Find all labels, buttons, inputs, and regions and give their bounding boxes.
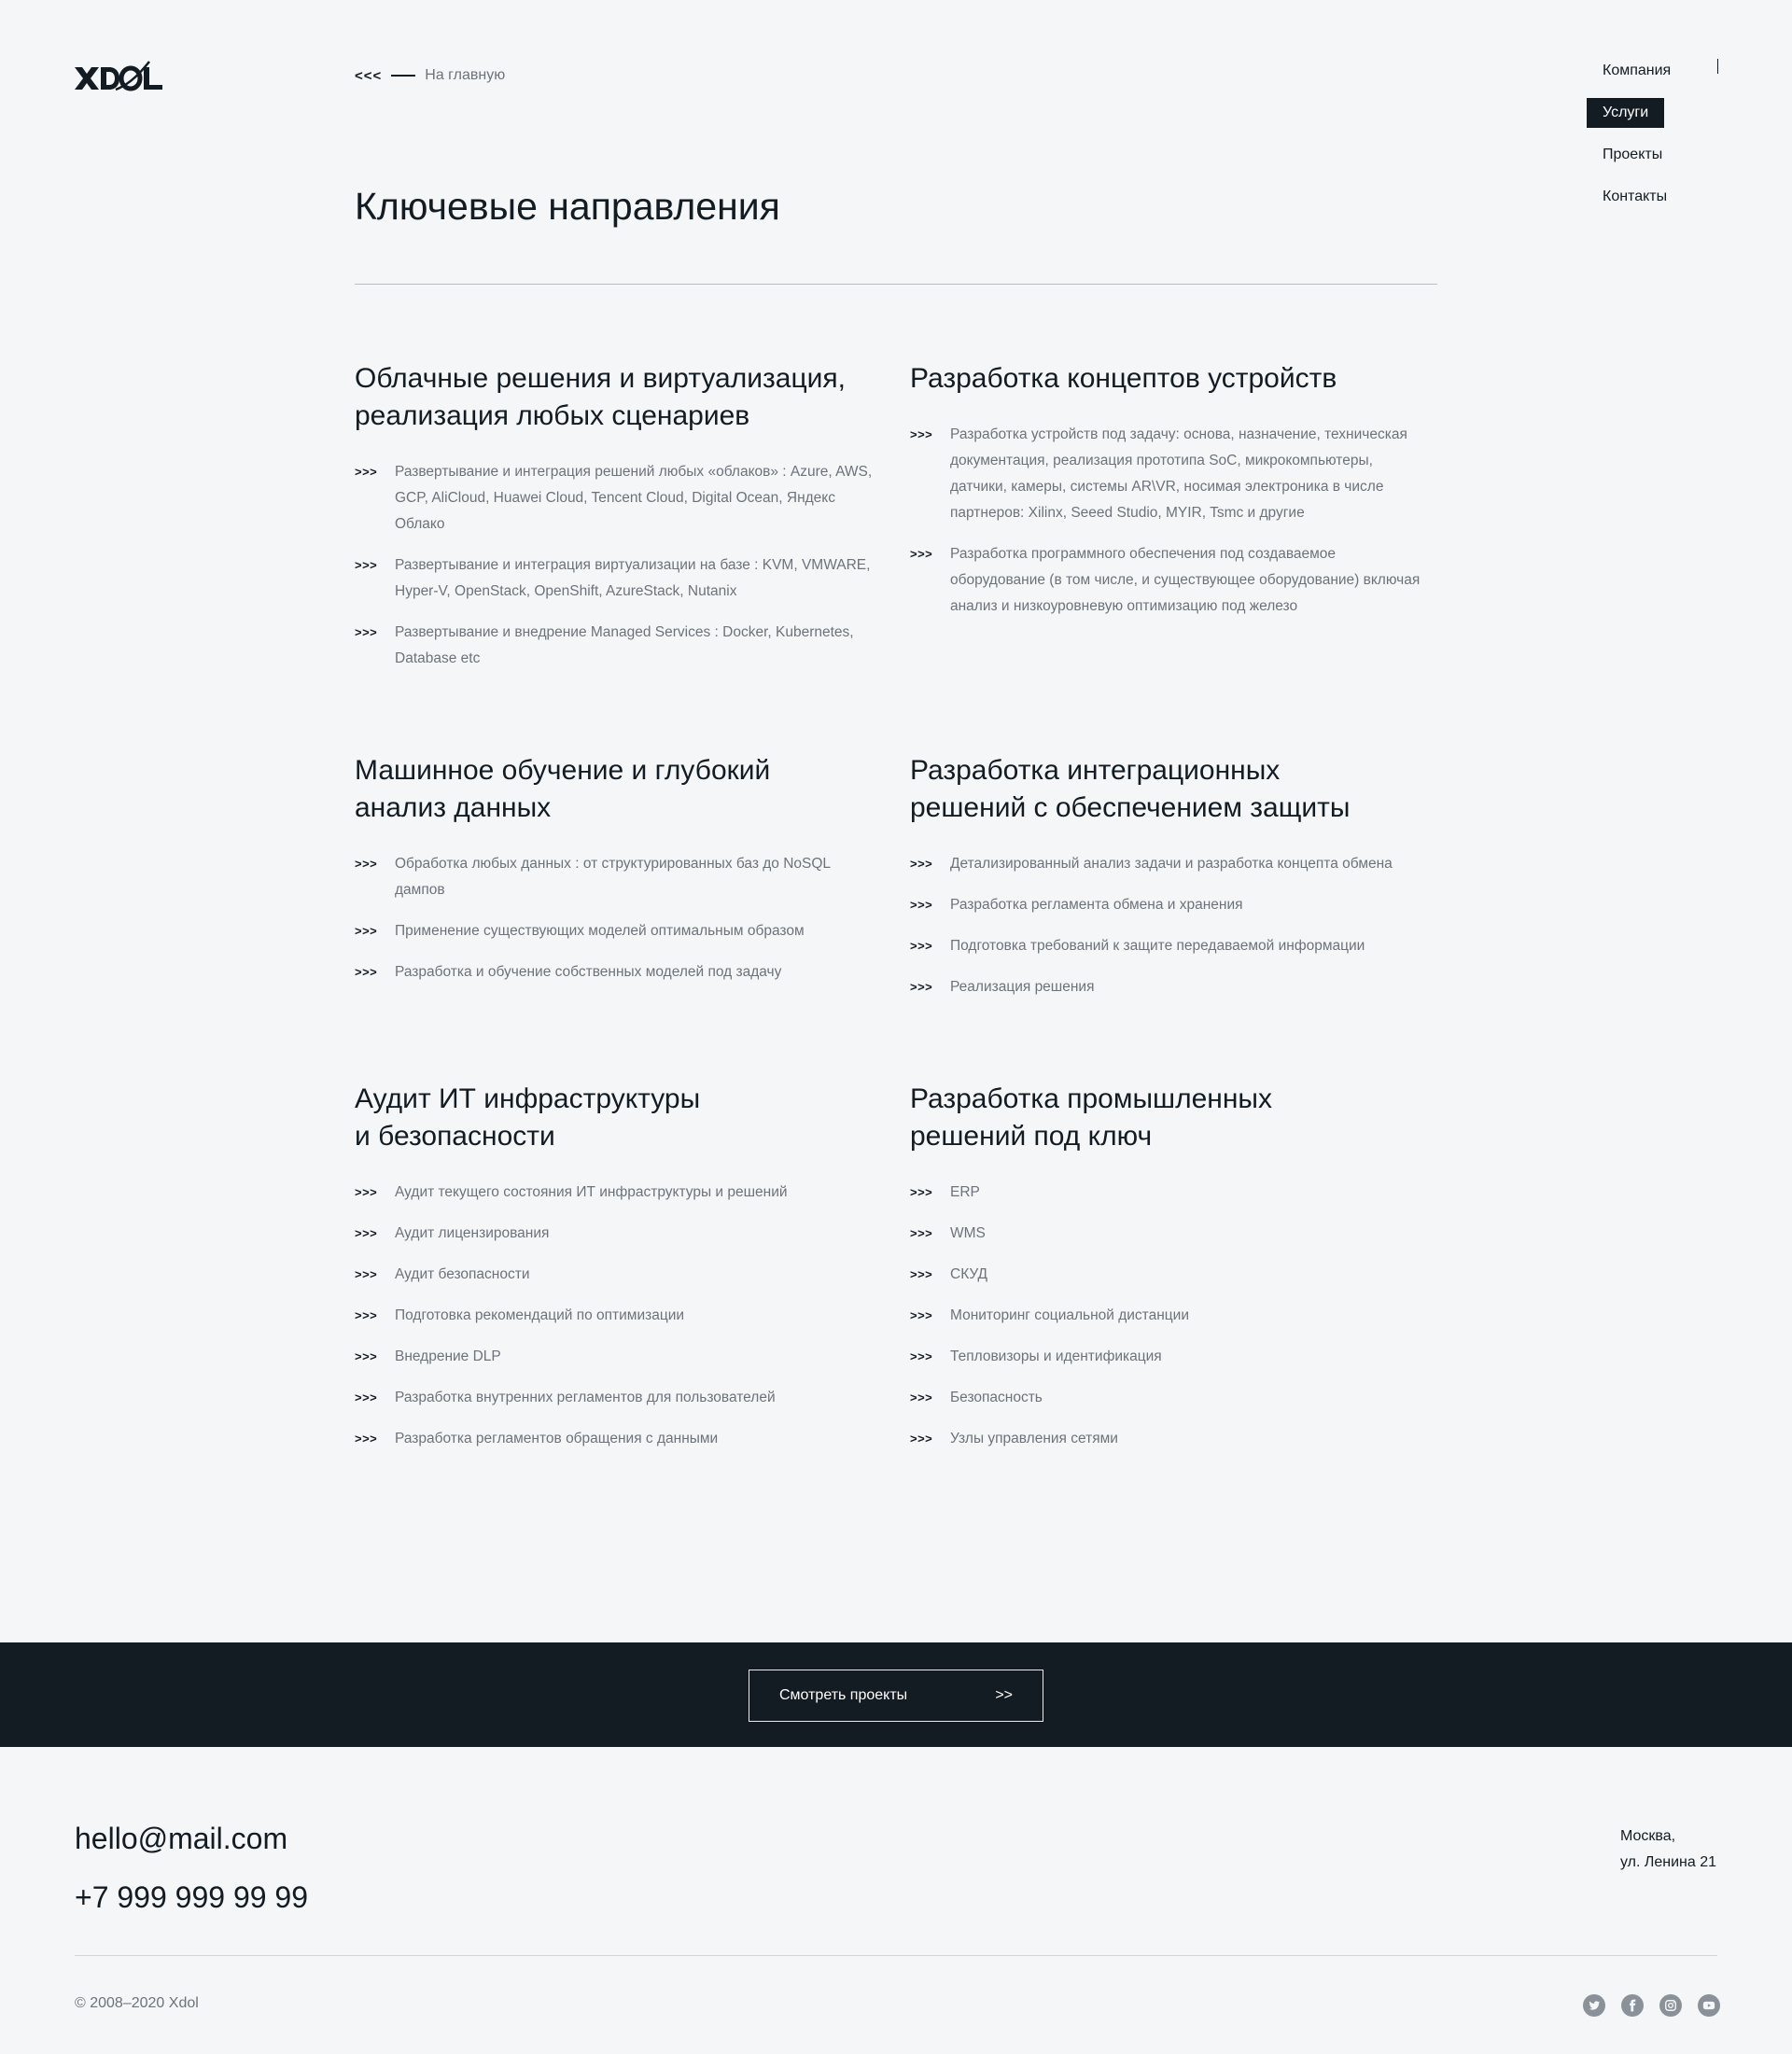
- title-divider: [355, 284, 1437, 285]
- list-item: >>> Тепловизоры и идентификация: [910, 1344, 1433, 1370]
- list-marker-icon: >>>: [355, 1226, 378, 1240]
- service-title: Разработка концептов устройств: [910, 363, 1337, 394]
- list-item: >>> Реализация решения: [910, 974, 1433, 1000]
- address-city: Москва,: [1620, 1828, 1676, 1844]
- instagram-icon[interactable]: [1659, 1994, 1682, 2017]
- main-nav: Компания Услуги Проекты Контакты: [1587, 56, 1727, 224]
- list-marker-icon: >>>: [910, 1432, 933, 1446]
- service-list: >>> Детализированный анализ задачи и разр…: [910, 851, 1433, 1000]
- nav-item-services[interactable]: Услуги: [1587, 98, 1665, 128]
- list-item: >>> Разработка программного обеспечения п…: [910, 541, 1433, 620]
- list-marker-icon: >>>: [355, 625, 378, 639]
- list-marker-icon: >>>: [910, 980, 933, 994]
- list-item: >>> Разработка регламентов обращения с да…: [355, 1426, 877, 1452]
- service-audit: Аудит ИТ инфраструктуры и безопасности >…: [355, 1081, 877, 1467]
- list-marker-icon: >>>: [355, 1308, 378, 1322]
- list-marker-icon: >>>: [910, 1349, 933, 1363]
- social-links: [1583, 1994, 1720, 2017]
- list-item: >>> Безопасность: [910, 1385, 1433, 1411]
- service-title: Машинное обучение и глубокий анализ данн…: [355, 755, 771, 823]
- service-list: >>> Разработка устройств под задачу: осно…: [910, 422, 1433, 620]
- back-arrows-icon: <<<: [355, 67, 383, 84]
- list-item: >>> WMS: [910, 1221, 1433, 1247]
- list-marker-icon: >>>: [355, 465, 378, 479]
- service-title: Разработка промышленных решений под ключ: [910, 1083, 1272, 1152]
- service-devices: Разработка концептов устройств >>> Разраб…: [910, 360, 1433, 635]
- list-marker-icon: >>>: [910, 1308, 933, 1322]
- service-title: Облачные решения и виртуализация, реализ…: [355, 363, 846, 431]
- nav-item-contacts[interactable]: Контакты: [1587, 182, 1683, 212]
- list-marker-icon: >>>: [910, 1390, 933, 1404]
- list-item: >>> Узлы управления сетями: [910, 1426, 1433, 1452]
- list-marker-icon: >>>: [355, 1432, 378, 1446]
- list-marker-icon: >>>: [355, 924, 378, 938]
- list-item: >>> Развертывание и интеграция виртуализа…: [355, 552, 877, 605]
- list-marker-icon: >>>: [355, 1185, 378, 1199]
- list-item: >>> Обработка любых данных : от структури…: [355, 851, 877, 903]
- service-integration: Разработка интеграционных решений с обес…: [910, 752, 1433, 1015]
- service-title: Разработка интеграционных решений с обес…: [910, 755, 1351, 823]
- page-title: Ключевые направления: [355, 185, 780, 228]
- nav-item-projects[interactable]: Проекты: [1587, 140, 1678, 170]
- footer-email-link[interactable]: hello@mail.com: [75, 1822, 287, 1856]
- list-marker-icon: >>>: [355, 857, 378, 871]
- list-item: >>> Детализированный анализ задачи и разр…: [910, 851, 1433, 877]
- list-item: >>> Разработка внутренних регламентов для…: [355, 1385, 877, 1411]
- list-item: >>> Применение существующих моделей оптим…: [355, 918, 877, 944]
- twitter-icon[interactable]: [1583, 1994, 1605, 2017]
- list-marker-icon: >>>: [355, 558, 378, 572]
- list-item: >>> ERP: [910, 1180, 1433, 1206]
- list-marker-icon: >>>: [355, 965, 378, 979]
- list-marker-icon: >>>: [355, 1390, 378, 1404]
- back-dash: [391, 75, 416, 77]
- double-chevron-right-icon: >>: [995, 1687, 1013, 1703]
- list-item: >>> Развертывание и интеграция решений лю…: [355, 459, 877, 538]
- youtube-icon[interactable]: [1698, 1994, 1720, 2017]
- service-title: Аудит ИТ инфраструктуры и безопасности: [355, 1083, 701, 1152]
- address-street: ул. Ленина 21: [1620, 1854, 1717, 1870]
- list-item: >>> Аудит безопасности: [355, 1262, 877, 1288]
- facebook-icon[interactable]: [1621, 1994, 1644, 2017]
- list-marker-icon: >>>: [910, 857, 933, 871]
- service-ml: Машинное обучение и глубокий анализ данн…: [355, 752, 877, 1000]
- list-item: >>> Развертывание и внедрение Managed Ser…: [355, 620, 877, 672]
- nav-item-company[interactable]: Компания: [1587, 56, 1687, 86]
- service-list: >>> ERP >>> WMS >>> СКУД >>> Мониторинг соци…: [910, 1180, 1433, 1452]
- nav-divider: [1717, 59, 1718, 74]
- list-marker-icon: >>>: [910, 1226, 933, 1240]
- back-link-label: На главную: [425, 67, 506, 83]
- list-marker-icon: >>>: [355, 1349, 378, 1363]
- footer-divider: [75, 1955, 1717, 1956]
- view-projects-label: Смотреть проекты: [779, 1687, 908, 1703]
- service-list: >>> Аудит текущего состояния ИТ инфрастру…: [355, 1180, 877, 1452]
- list-item: >>> Подготовка рекомендаций по оптимизаци…: [355, 1303, 877, 1329]
- list-item: >>> Мониторинг социальной дистанции: [910, 1303, 1433, 1329]
- list-item: >>> Разработка устройств под задачу: осно…: [910, 422, 1433, 526]
- list-item: >>> Внедрение DLP: [355, 1344, 877, 1370]
- service-list: >>> Развертывание и интеграция решений лю…: [355, 459, 877, 672]
- footer-phone-link[interactable]: +7 999 999 99 99: [75, 1880, 308, 1915]
- list-item: >>> Разработка регламента обмена и хранен…: [910, 892, 1433, 918]
- list-marker-icon: >>>: [910, 1267, 933, 1281]
- list-marker-icon: >>>: [355, 1267, 378, 1281]
- service-industrial: Разработка промышленных решений под ключ…: [910, 1081, 1433, 1467]
- back-to-home-link[interactable]: <<< На главную: [355, 67, 505, 84]
- service-cloud: Облачные решения и виртуализация, реализ…: [355, 360, 877, 687]
- list-marker-icon: >>>: [910, 547, 933, 561]
- xdol-logo[interactable]: [75, 58, 162, 95]
- list-marker-icon: >>>: [910, 898, 933, 912]
- list-item: >>> Разработка и обучение собственных мод…: [355, 959, 877, 985]
- list-item: >>> Аудит текущего состояния ИТ инфрастру…: [355, 1180, 877, 1206]
- list-marker-icon: >>>: [910, 1185, 933, 1199]
- service-list: >>> Обработка любых данных : от структури…: [355, 851, 877, 985]
- list-item: >>> Подготовка требований к защите переда…: [910, 933, 1433, 959]
- view-projects-button[interactable]: Смотреть проекты >>: [749, 1670, 1043, 1722]
- list-marker-icon: >>>: [910, 939, 933, 953]
- copyright: © 2008–2020 Xdol: [75, 1995, 199, 2011]
- footer-address: Москва, ул. Ленина 21: [1620, 1823, 1716, 1876]
- list-item: >>> СКУД: [910, 1262, 1433, 1288]
- list-marker-icon: >>>: [910, 427, 933, 441]
- list-item: >>> Аудит лицензирования: [355, 1221, 877, 1247]
